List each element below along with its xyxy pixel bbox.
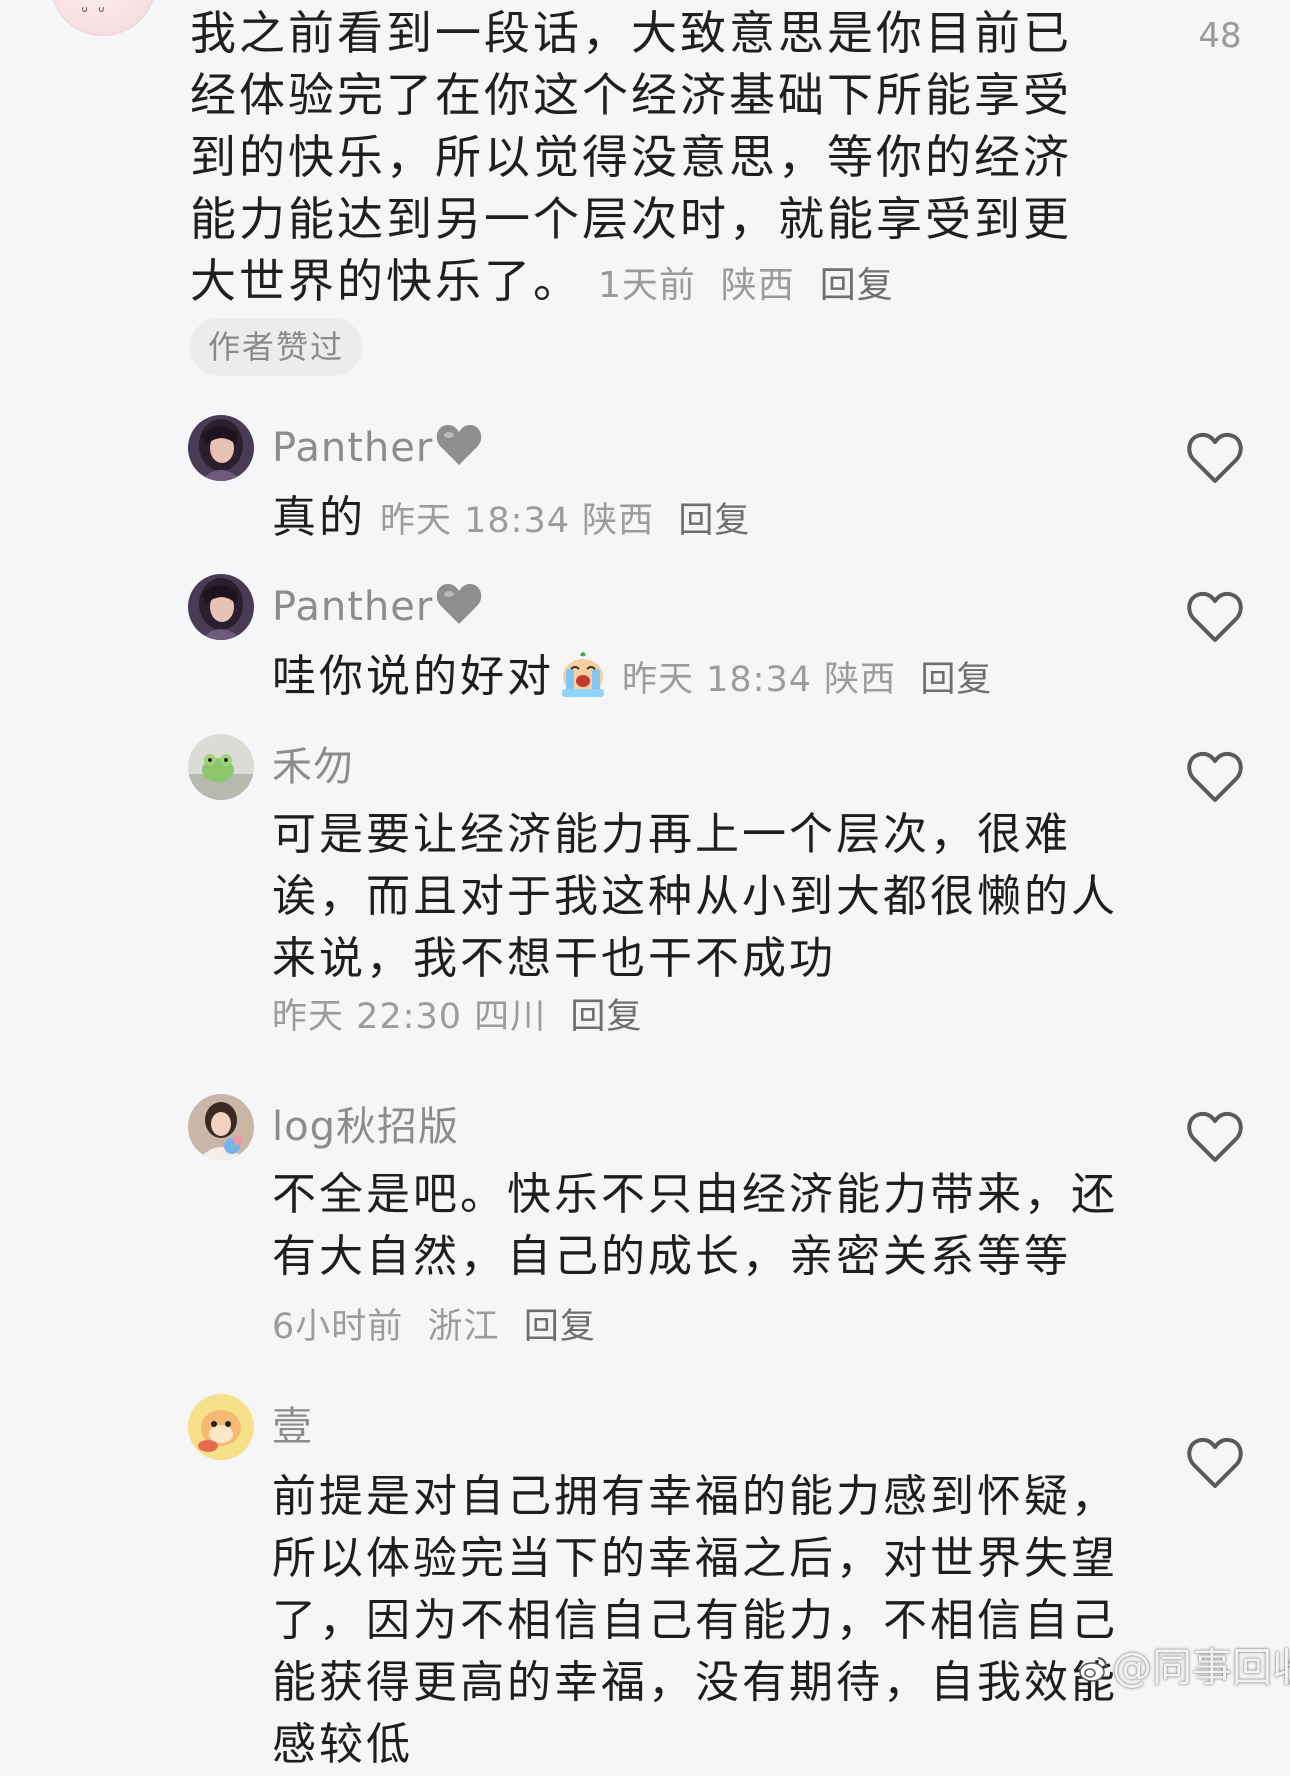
avatar[interactable] [188, 1094, 254, 1160]
like-button[interactable] [1184, 1434, 1250, 1496]
comment-location: 陕西 [582, 501, 655, 541]
comment-location: 陕西 [824, 660, 897, 700]
comment-location: 陕西 [720, 265, 795, 306]
comment-text: 前提是对自己拥有幸福的能力感到怀疑，所以体验完当下的幸福之后，对世界失望了，因为… [272, 1471, 1118, 1770]
comment-body: 我之前看到一段话，大致意思是你目前已经体验完了在你这个经济基础下所能享受到的快乐… [190, 2, 1090, 317]
reply-item: log秋招版 不全是吧。快乐不只由经济能力带来，还有大自然，自己的成长，亲密关系… [0, 1094, 1290, 1347]
like-button[interactable] [1184, 1108, 1250, 1170]
reply-button[interactable]: 回复 [820, 265, 894, 306]
portrait-avatar-icon [188, 415, 254, 481]
reply-item: 禾勿 可是要让经济能力再上一个层次，很难诶，而且对于我这种从小到大都很懒的人来说… [0, 734, 1290, 1044]
grey-heart-icon [437, 425, 482, 465]
username[interactable]: log秋招版 [272, 1094, 459, 1160]
frog-avatar-icon [188, 734, 254, 800]
avatar-face-icon: ᐡ ᐡ [81, 3, 107, 24]
comment-text: 可是要让经济能力再上一个层次，很难诶，而且对于我这种从小到大都很懒的人来说，我不… [272, 809, 1118, 984]
avatar[interactable]: ᐡ ᐡ [50, 0, 156, 36]
like-count: 48 [1198, 16, 1242, 56]
comment-text: 不全是吧。快乐不只由经济能力带来，还有大自然，自己的成长，亲密关系等等 [272, 1169, 1118, 1282]
username-text: Panther [272, 425, 434, 471]
heart-outline-icon [1187, 432, 1243, 483]
heart-outline-icon [1187, 1437, 1243, 1488]
comment-meta: 昨天 18:34 陕西 回复 [622, 660, 992, 700]
grey-heart-icon [437, 584, 482, 624]
comment-meta: 昨天 22:30 四川 回复 [272, 988, 642, 1039]
comment-meta: 1天前 陕西 回复 [598, 265, 894, 306]
watermark-text: @同事回收站 [1112, 1645, 1290, 1691]
like-button[interactable] [1184, 748, 1250, 810]
avatar[interactable] [188, 1394, 254, 1460]
comment-meta: 昨天 18:34 陕西 回复 [380, 501, 750, 541]
reply-item: Panther 真的 昨天 18:34 陕西 回复 [0, 415, 1290, 543]
avatar[interactable] [188, 415, 254, 481]
reply-button[interactable]: 回复 [524, 1307, 596, 1347]
reply-button[interactable]: 回复 [570, 997, 642, 1037]
comment-text: 我之前看到一段话，大致意思是你目前已经体验完了在你这个经济基础下所能享受到的快乐… [190, 6, 1072, 308]
comment-body: 真的 昨天 18:34 陕西 回复 [272, 487, 750, 552]
heart-outline-icon [1187, 1111, 1243, 1162]
username[interactable]: 禾勿 [272, 734, 354, 800]
username[interactable]: Panther [272, 415, 483, 481]
comment-time: 6小时前 [272, 1307, 404, 1347]
comment-time: 昨天 22:30 [272, 997, 462, 1037]
comment-text: 哇你说的好对 [272, 651, 554, 702]
username-text: Panther [272, 584, 434, 630]
comment-text: 真的 [272, 492, 366, 543]
weibo-icon [1079, 1657, 1107, 1682]
comment-time: 昨天 18:34 [380, 501, 570, 541]
username[interactable]: Panther [272, 574, 483, 640]
reply-item: Panther 哇你说的好对 昨天 18:34 陕西 回复 [0, 574, 1290, 702]
username[interactable]: 壹 [272, 1394, 313, 1460]
portrait-avatar-icon [188, 574, 254, 640]
like-button[interactable] [1184, 588, 1250, 650]
heart-outline-icon [1187, 591, 1243, 642]
avatar[interactable] [188, 574, 254, 640]
heart-outline-icon [1187, 751, 1243, 802]
comment-location: 四川 [474, 997, 547, 1037]
top-comment: ᐡ ᐡ 我之前看到一段话，大致意思是你目前已经体验完了在你这个经济基础下所能享受… [0, 0, 1290, 380]
comment-location: 浙江 [427, 1307, 500, 1347]
reply-button[interactable]: 回复 [920, 660, 992, 700]
girl-avatar-icon [188, 1094, 254, 1160]
like-button[interactable] [1184, 429, 1250, 491]
author-liked-badge: 作者赞过 [190, 318, 362, 376]
comment-meta: 6小时前 浙江 回复 [272, 1298, 596, 1349]
comment-time: 1天前 [598, 265, 696, 306]
cartoon-avatar-icon [188, 1394, 254, 1460]
watermark: @同事回收站 [1078, 1638, 1290, 1698]
avatar[interactable] [188, 734, 254, 800]
comment-time: 昨天 18:34 [622, 660, 812, 700]
comment-body: 哇你说的好对 昨天 18:34 陕西 回复 [272, 646, 992, 711]
comment-thread: ᐡ ᐡ 我之前看到一段话，大致意思是你目前已经体验完了在你这个经济基础下所能享受… [0, 0, 1290, 1770]
crying-emoji-icon [562, 652, 604, 697]
reply-button[interactable]: 回复 [678, 501, 750, 541]
